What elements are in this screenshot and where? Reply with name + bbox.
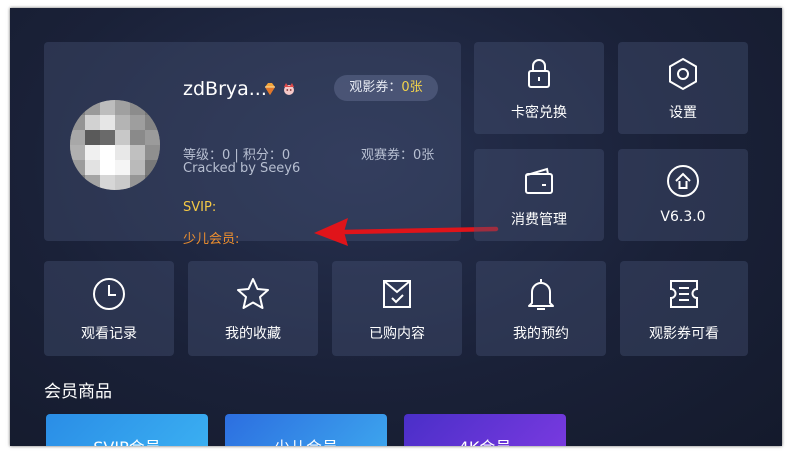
clock-icon (93, 278, 125, 310)
upload-arrow-icon (667, 165, 699, 197)
tile-label: 观看记录 (81, 326, 137, 342)
ticket-watchable-tile[interactable]: 观影券可看 (620, 261, 748, 356)
card-label: 4K会员 (404, 434, 566, 446)
ticket-icon (670, 280, 698, 308)
match-ticket-text: 观赛券：0张 (361, 148, 435, 163)
star-icon (237, 278, 269, 309)
cracked-by-text: Cracked by Seey6 (183, 161, 301, 176)
tile-label: 我的收藏 (225, 326, 281, 342)
tile-label: 设置 (669, 105, 697, 121)
tile-label: 观影券可看 (649, 326, 719, 342)
kid-member-status: 少儿会员: (183, 232, 240, 247)
username: zdBrya... (183, 78, 267, 100)
favorites-tile[interactable]: 我的收藏 (188, 261, 318, 356)
watch-history-tile[interactable]: 观看记录 (44, 261, 174, 356)
reservations-tile[interactable]: 我的预约 (476, 261, 606, 356)
vip-diamond-icon (265, 83, 275, 95)
version-tile[interactable]: V6.3.0 (618, 149, 748, 241)
lock-icon (528, 59, 550, 88)
section-title-member-products: 会员商品 (44, 382, 112, 402)
card-redeem-tile[interactable]: 卡密兑换 (474, 42, 604, 134)
tile-label: 消费管理 (511, 212, 567, 228)
card-label: 少儿会员 (225, 434, 387, 446)
tile-label: V6.3.0 (660, 209, 706, 225)
tile-label: 卡密兑换 (511, 105, 567, 121)
wallet-icon (525, 167, 553, 194)
hexagon-gear-icon (669, 57, 697, 91)
movie-ticket-count: 0张 (401, 80, 423, 95)
app-screen: zdBrya... 观影券：0张 等级：0 | 积分：0 Cracked by … (10, 8, 782, 446)
avatar[interactable] (70, 100, 160, 190)
consumption-tile[interactable]: 消费管理 (474, 149, 604, 241)
tile-label: 我的预约 (513, 326, 569, 342)
kid-member-badge-icon (284, 83, 294, 95)
purchased-tile[interactable]: 已购内容 (332, 261, 462, 356)
tile-label: 已购内容 (369, 326, 425, 342)
annotation-arrow (314, 218, 499, 246)
settings-tile[interactable]: 设置 (618, 42, 748, 134)
svip-status: SVIP: (183, 200, 217, 215)
movie-ticket-label: 观影券： (349, 80, 402, 95)
kid-member-card[interactable]: 少儿会员 (225, 414, 387, 446)
profile-card[interactable]: zdBrya... 观影券：0张 等级：0 | 积分：0 Cracked by … (44, 42, 499, 247)
movie-ticket-pill[interactable]: 观影券：0张 (334, 75, 438, 101)
card-label: SVIP会员 (46, 434, 208, 446)
bell-icon (528, 279, 554, 310)
4k-member-card[interactable]: 4K会员 (404, 414, 566, 446)
svip-card[interactable]: SVIP会员 (46, 414, 208, 446)
purchased-bag-icon (383, 280, 411, 308)
